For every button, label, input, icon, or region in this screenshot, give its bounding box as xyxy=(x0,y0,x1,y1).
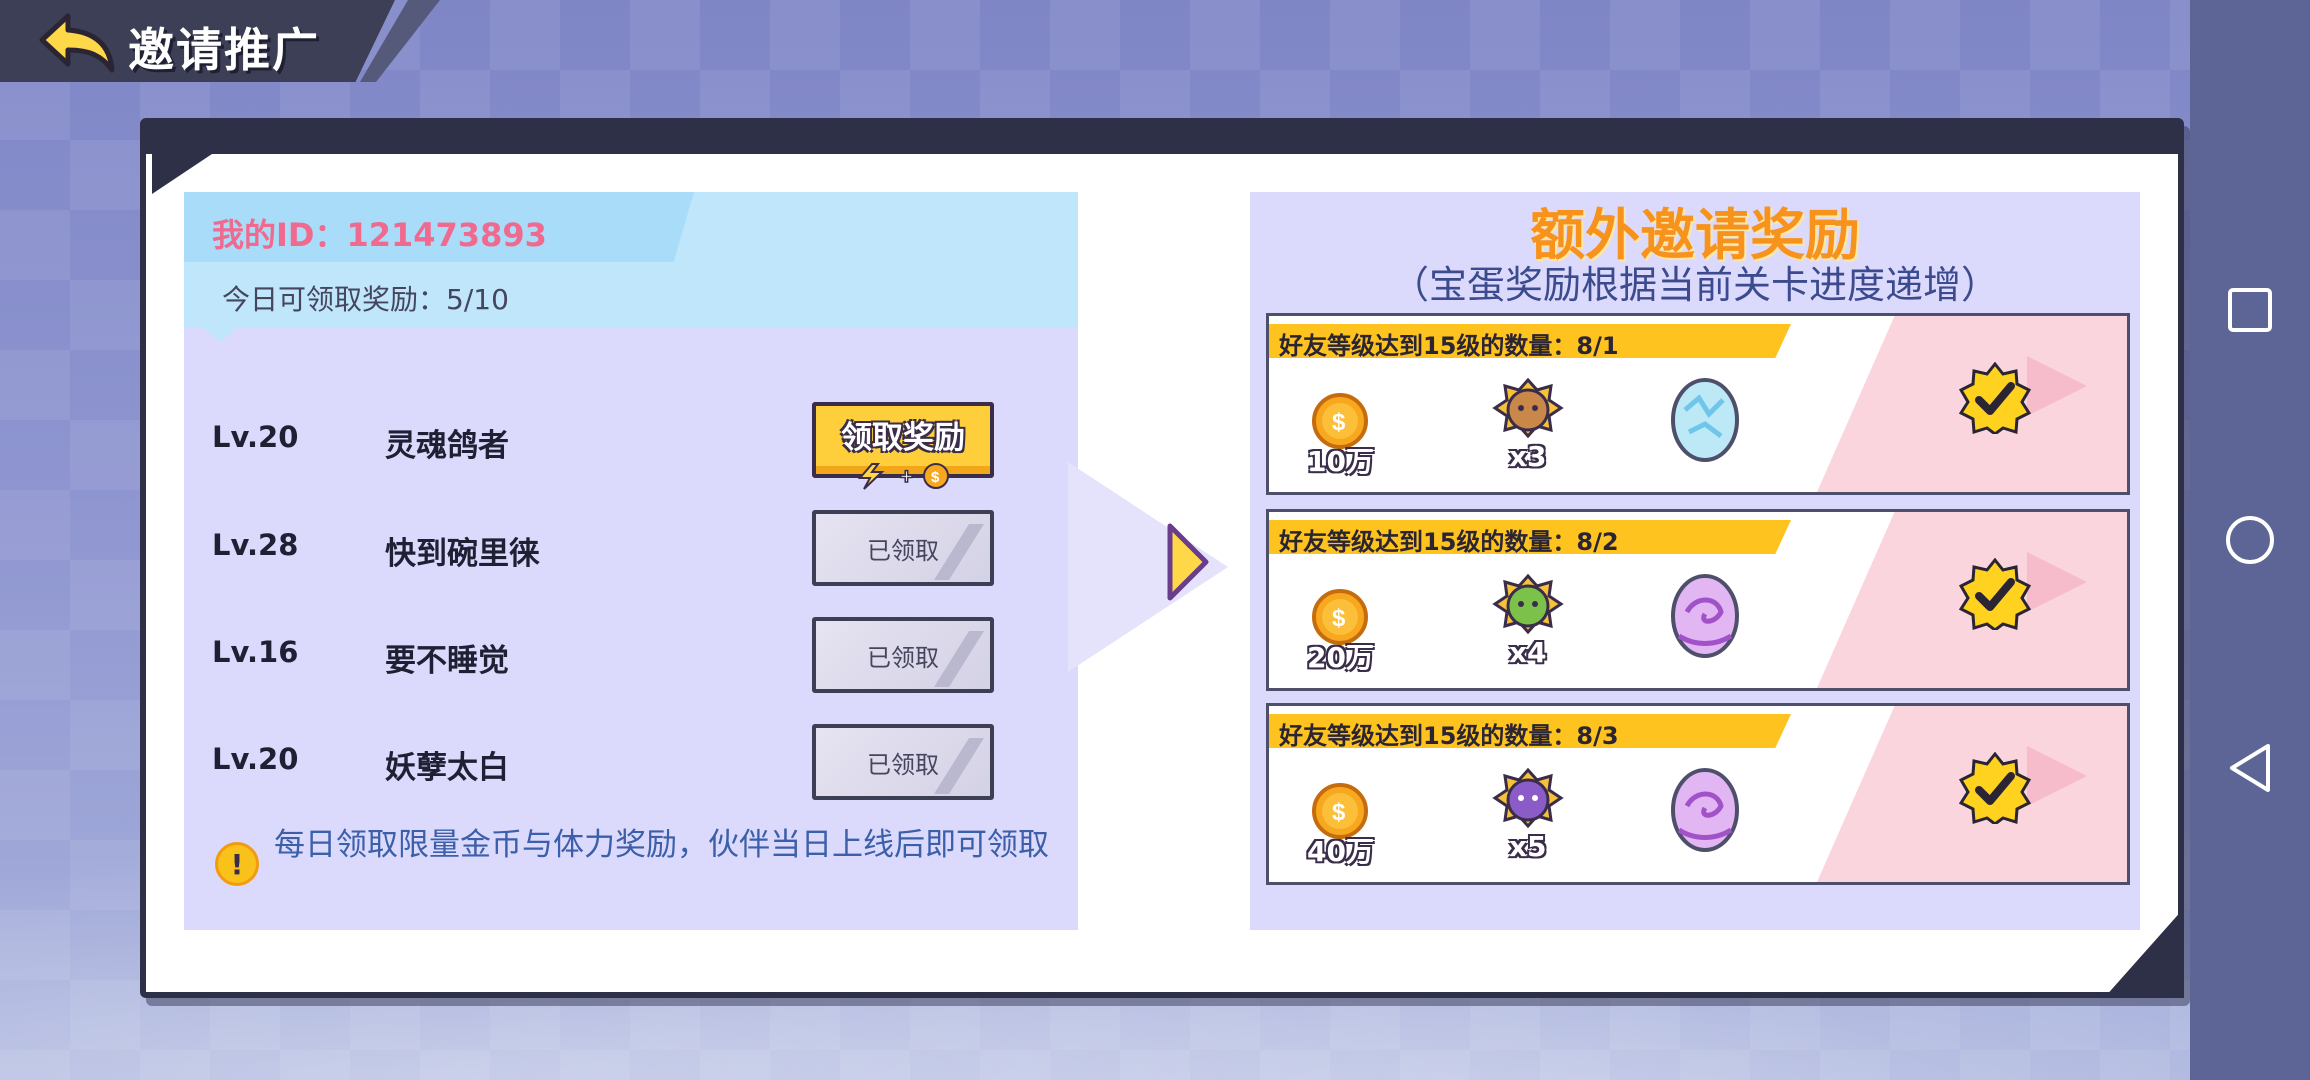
friend-level: Lv.20 xyxy=(212,742,299,776)
hero-shard-count: x5 xyxy=(1509,830,1547,863)
svg-text:$: $ xyxy=(931,469,940,486)
claim-reward-label: 领取奖励 xyxy=(841,419,965,456)
today-reward-count: 今日可领取奖励：5/10 xyxy=(222,283,509,316)
friend-name: 要不睡觉 xyxy=(385,643,509,679)
extra-rewards-subtitle: （宝蛋奖励根据当前关卡进度递增） xyxy=(1390,263,1999,307)
claimed-label: 已领取 xyxy=(867,643,939,672)
claimed-label: 已领取 xyxy=(867,750,939,779)
hero-shard-count: x4 xyxy=(1509,636,1547,669)
svg-text:$: $ xyxy=(1332,799,1346,826)
home-button[interactable] xyxy=(2210,500,2290,580)
claimed-button[interactable]: 已领取 xyxy=(812,510,994,586)
back-nav-button[interactable] xyxy=(2210,728,2290,808)
svg-text:$: $ xyxy=(1332,409,1346,436)
friend-row: Lv.20 灵魂鸽者 领取奖励 + $ xyxy=(212,402,1012,490)
page-title: 邀请推广 xyxy=(128,23,320,77)
frame-top-bar xyxy=(146,124,2178,154)
reward-card: 好友等级达到15级的数量：8/3 $ 40万 x5 xyxy=(1266,703,2130,885)
claimed-label: 已领取 xyxy=(867,536,939,565)
reward-condition-ribbon: 好友等级达到15级的数量：8/2 xyxy=(1269,520,1791,554)
square-nav-icon xyxy=(2228,288,2272,332)
egg-icon xyxy=(1671,378,1739,462)
check-badge-icon xyxy=(1959,362,2031,434)
warning-icon: ! xyxy=(215,842,259,886)
egg-icon xyxy=(1671,768,1739,852)
reward-condition: 好友等级达到15级的数量：8/1 xyxy=(1279,332,1619,360)
triangle-nav-icon xyxy=(2230,744,2270,792)
reward-condition-ribbon: 好友等级达到15级的数量：8/1 xyxy=(1269,324,1791,358)
reward-condition: 好友等级达到15级的数量：8/3 xyxy=(1279,722,1619,750)
reward-card: 好友等级达到15级的数量：8/2 $ 20万 x4 xyxy=(1266,509,2130,691)
recent-apps-button[interactable] xyxy=(2210,270,2290,350)
svg-text:$: $ xyxy=(1332,605,1346,632)
claim-reward-button[interactable]: 领取奖励 + $ xyxy=(812,402,994,490)
reward-condition: 好友等级达到15级的数量：8/2 xyxy=(1279,528,1619,556)
hero-shard-count: x3 xyxy=(1509,440,1547,473)
claimed-button[interactable]: 已领取 xyxy=(812,724,994,800)
system-nav-bar xyxy=(2190,0,2310,1080)
circle-nav-icon xyxy=(2226,516,2274,564)
friend-row: Lv.28 快到碗里徕 已领取 xyxy=(212,510,1012,590)
coin-amount: 10万 xyxy=(1307,445,1374,478)
friend-row: Lv.16 要不睡觉 已领取 xyxy=(212,617,1012,697)
coin-amount: 20万 xyxy=(1307,641,1374,674)
back-arrow-icon xyxy=(39,13,115,73)
friend-name: 妖孽太白 xyxy=(385,750,509,786)
reward-card: 好友等级达到15级的数量：8/1 $ 10万 x3 xyxy=(1266,313,2130,495)
egg-icon xyxy=(1671,574,1739,658)
energy-plus-coin-icon: + $ xyxy=(857,463,949,490)
next-arrow-icon xyxy=(1167,523,1209,601)
check-badge-icon xyxy=(1959,558,2031,630)
friend-row: Lv.20 妖孽太白 已领取 xyxy=(212,724,1012,804)
back-button[interactable] xyxy=(38,10,118,74)
reward-condition-ribbon: 好友等级达到15级的数量：8/3 xyxy=(1269,714,1791,748)
daily-tip: 每日领取限量金币与体力奖励，伙伴当日上线后即可领取 xyxy=(274,827,1049,863)
coin-amount: 40万 xyxy=(1307,835,1374,868)
frame-corner xyxy=(152,154,212,194)
svg-text:+: + xyxy=(900,464,913,489)
friend-level: Lv.20 xyxy=(212,420,299,454)
friend-level: Lv.28 xyxy=(212,528,299,562)
claimed-button[interactable]: 已领取 xyxy=(812,617,994,693)
my-id-label: 我的ID：121473893 xyxy=(212,216,547,254)
check-badge-icon xyxy=(1959,752,2031,824)
friend-level: Lv.16 xyxy=(212,635,299,669)
friend-name: 快到碗里徕 xyxy=(385,536,540,572)
friend-name: 灵魂鸽者 xyxy=(385,428,509,464)
